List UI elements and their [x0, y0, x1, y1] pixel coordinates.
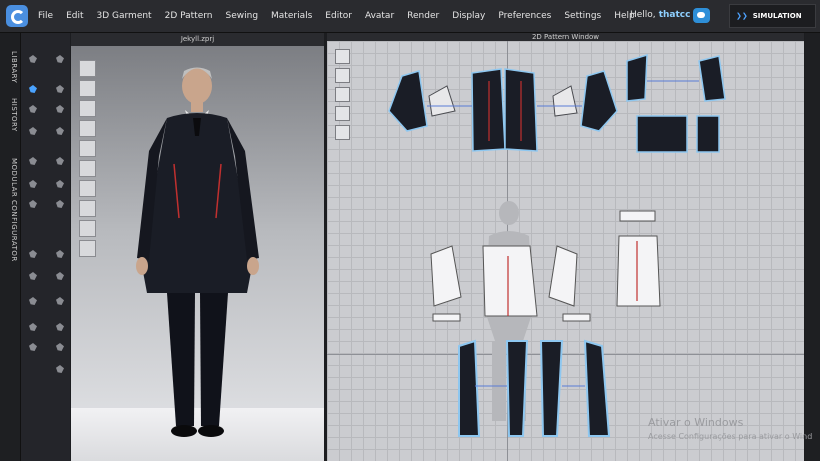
- avatar-alt-tool-icon[interactable]: [54, 178, 66, 190]
- menu-preferences[interactable]: Preferences: [498, 11, 551, 21]
- activation-watermark-subtitle: Acesse Configurações para ativar o Wind: [648, 432, 813, 441]
- measure-tool-icon[interactable]: [27, 198, 39, 210]
- menu-editor[interactable]: Editor: [325, 11, 352, 21]
- right-tool-strip: [805, 33, 820, 461]
- 3d-viewport[interactable]: [71, 46, 324, 461]
- layer-tool-icon[interactable]: [54, 125, 66, 137]
- fold-tool-icon[interactable]: [27, 103, 39, 115]
- tab-library[interactable]: LIBRARY: [2, 51, 18, 83]
- pattern-pieces: [388, 53, 726, 437]
- 3d-toolbar: [21, 33, 70, 461]
- menu-materials[interactable]: Materials: [271, 11, 312, 21]
- menu-sewing[interactable]: Sewing: [226, 11, 259, 21]
- tape-tool-icon[interactable]: [54, 321, 66, 333]
- menu-avatar[interactable]: Avatar: [365, 11, 394, 21]
- shirt-tool-icon[interactable]: [27, 155, 39, 167]
- texture-tool-icon[interactable]: [54, 341, 66, 353]
- select-tool-icon[interactable]: [27, 53, 39, 65]
- menu-3d-garment[interactable]: 3D Garment: [97, 11, 152, 21]
- menu-display[interactable]: Display: [452, 11, 485, 21]
- menu-settings[interactable]: Settings: [564, 11, 601, 21]
- main-menu: File Edit 3D Garment 2D Pattern Sewing M…: [38, 0, 648, 32]
- tack-tool-icon[interactable]: [54, 103, 66, 115]
- chevron-down-icon: ❯❯: [736, 12, 748, 20]
- arrangement-tool-icon[interactable]: [54, 198, 66, 210]
- user-greeting: Hello, thatcc: [630, 10, 690, 20]
- mode-label: SIMULATION: [752, 12, 802, 20]
- 2d-window-title: 2D Pattern Window: [327, 33, 804, 41]
- transform-tool-icon[interactable]: [27, 83, 39, 95]
- line-tool-icon[interactable]: [27, 341, 39, 353]
- tab-history[interactable]: HISTORY: [2, 98, 18, 132]
- menu-2d-pattern[interactable]: 2D Pattern: [165, 11, 213, 21]
- app-logo-icon[interactable]: [6, 5, 28, 27]
- activation-watermark-title: Ativar o Windows: [648, 416, 744, 429]
- garment-tool-icon[interactable]: [27, 125, 39, 137]
- mode-selector[interactable]: ❯❯ SIMULATION: [729, 4, 816, 28]
- trim-tool-icon[interactable]: [27, 270, 39, 282]
- avatar-figure: [136, 67, 259, 437]
- zipper-tool-icon[interactable]: [27, 295, 39, 307]
- menu-bar: File Edit 3D Garment 2D Pattern Sewing M…: [0, 0, 820, 33]
- move-tool-icon[interactable]: [54, 53, 66, 65]
- puckering-tool-icon[interactable]: [54, 295, 66, 307]
- tab-modular-configurator[interactable]: MODULAR CONFIGURATOR: [2, 158, 18, 262]
- pattern-canvas[interactable]: [327, 41, 804, 461]
- shape-tool-icon[interactable]: [54, 248, 66, 260]
- sticky-tool-icon[interactable]: [54, 363, 66, 375]
- cloud-icon[interactable]: [693, 8, 710, 23]
- graphic-tool-icon[interactable]: [27, 321, 39, 333]
- shirt-alt-tool-icon[interactable]: [54, 155, 66, 167]
- greeting-text: Hello,: [630, 10, 656, 20]
- menu-edit[interactable]: Edit: [66, 11, 83, 21]
- left-tab-strip: LIBRARY HISTORY MODULAR CONFIGURATOR: [0, 33, 21, 461]
- hanger-tool-icon[interactable]: [27, 248, 39, 260]
- 3d-garment-window: Jekyll.zprj: [71, 33, 324, 461]
- avatar-tool-icon[interactable]: [27, 178, 39, 190]
- menu-render[interactable]: Render: [407, 11, 439, 21]
- pin-tool-icon[interactable]: [54, 83, 66, 95]
- username[interactable]: thatcc: [659, 10, 691, 20]
- menu-file[interactable]: File: [38, 11, 53, 21]
- button-tool-icon[interactable]: [54, 270, 66, 282]
- 3d-window-title: Jekyll.zprj: [71, 33, 324, 46]
- 2d-pattern-window: 2D Pattern Window: [327, 33, 804, 461]
